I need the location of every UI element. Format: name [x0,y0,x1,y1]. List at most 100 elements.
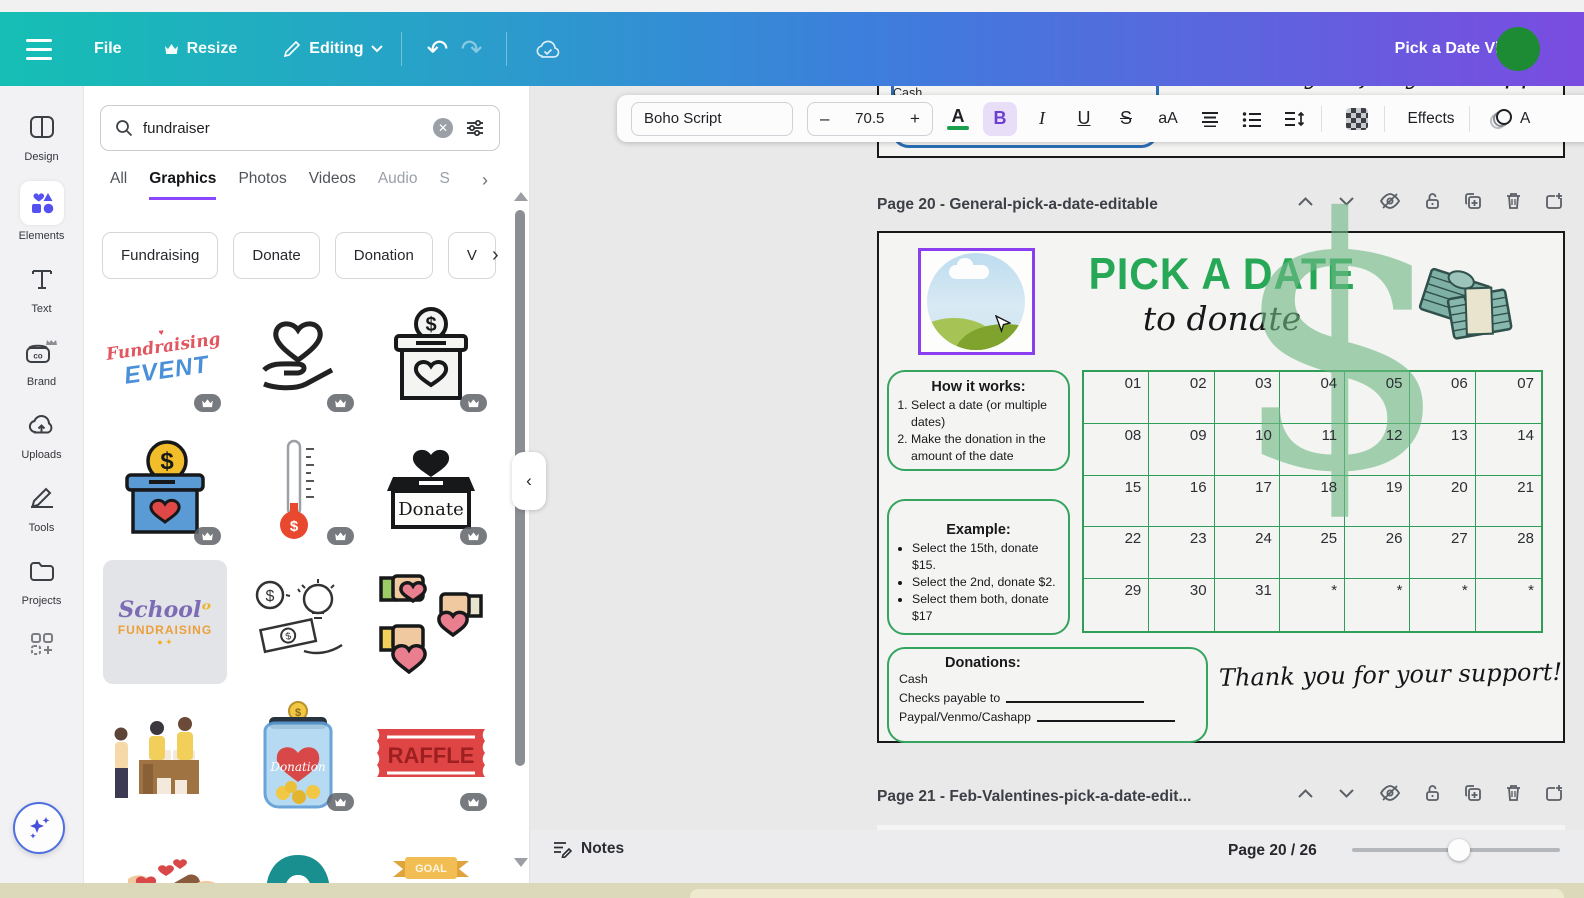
calendar-cell[interactable]: 20 [1410,476,1475,528]
calendar-cell[interactable]: * [1280,579,1345,631]
calendar-cell[interactable]: 24 [1215,527,1280,579]
donations-box[interactable]: Donations: Cash Checks payable to Paypal… [887,647,1208,743]
hide-page-icon[interactable] [1379,784,1401,802]
calendar-cell[interactable]: 22 [1084,527,1149,579]
calendar-cell[interactable]: 31 [1215,579,1280,631]
bold-button[interactable]: B [983,102,1017,136]
calendar-cell[interactable]: 23 [1149,527,1214,579]
calendar-cell[interactable]: 08 [1084,424,1149,476]
calendar-cell[interactable]: 10 [1215,424,1280,476]
image-placeholder[interactable] [918,248,1035,355]
duplicate-page-icon[interactable] [1464,192,1482,210]
text-case-button[interactable]: aA [1151,102,1185,136]
underline-button[interactable]: U [1067,102,1101,136]
add-page-icon[interactable] [1545,192,1563,210]
notes-button[interactable]: Notes [552,840,624,858]
font-selector[interactable]: Boho Script [631,102,793,136]
ai-assistant-button[interactable] [13,802,65,854]
donation-jar-graphic[interactable]: $Donation [236,693,360,817]
alignment-button[interactable] [1193,102,1227,136]
sidebar-item-design[interactable]: Design [0,108,83,163]
calendar-cell[interactable]: 28 [1476,527,1541,579]
duplicate-page-icon[interactable] [1464,784,1482,802]
panel-collapse-handle[interactable]: ‹ [512,452,546,510]
calendar-cell[interactable]: 12 [1345,424,1410,476]
search-box[interactable]: ✕ [100,105,500,151]
tab-s[interactable]: S [439,170,449,200]
zoom-slider-thumb[interactable] [1448,839,1470,861]
calendar-cell[interactable]: 29 [1084,579,1149,631]
calendar-cell[interactable]: * [1476,579,1541,631]
undo-button[interactable]: ↶ [420,34,454,65]
calendar-cell[interactable]: 09 [1149,424,1214,476]
sharing-hearts-graphic[interactable] [103,826,227,883]
chip-donation[interactable]: Donation [335,232,433,279]
fundraising-event-graphic[interactable]: ♥FundraisingEVENT [103,294,227,418]
sidebar-item-tools[interactable]: Tools [0,479,83,534]
add-page-icon[interactable] [1545,784,1563,802]
page-20-title[interactable]: Page 20 - General-pick-a-date-editable [877,196,1158,214]
lock-icon[interactable] [1425,192,1440,210]
calendar-cell[interactable]: 13 [1410,424,1475,476]
calendar-cell[interactable]: 07 [1476,372,1541,424]
sidebar-item-brand[interactable]: coBrand [0,333,83,388]
scroll-down-arrow[interactable] [514,858,528,867]
calendar-cell[interactable]: 04 [1280,372,1345,424]
chip-fundraising[interactable]: Fundraising [102,232,218,279]
sidebar-item-projects[interactable]: Projects [0,552,83,607]
sidebar-item-elements[interactable]: Elements [0,181,83,242]
sidebar-item-uploads[interactable]: Uploads [0,406,83,461]
thermometer-graphic[interactable]: $ [236,427,360,551]
blue-donation-box-graphic[interactable]: $ [103,427,227,551]
bake-sale-graphic[interactable] [103,693,227,817]
hide-page-icon[interactable] [1379,192,1401,210]
design-subtitle[interactable]: to donate [1067,299,1377,338]
chip-v[interactable]: V [448,232,496,279]
chips-overflow-chevron-icon[interactable]: › [492,244,499,267]
money-stack-graphic[interactable] [1414,251,1522,353]
clear-search-icon[interactable]: ✕ [433,118,453,138]
search-input[interactable] [143,120,433,137]
move-up-icon[interactable] [1297,788,1314,799]
avatar[interactable] [1496,27,1540,71]
calendar-cell[interactable]: 02 [1149,372,1214,424]
tab-photos[interactable]: Photos [238,170,286,200]
sidebar-item-text[interactable]: Text [0,260,83,315]
italic-button[interactable]: I [1025,102,1059,136]
goal-sign-graphic[interactable]: GOAL [369,826,493,883]
page-20-canvas[interactable]: PICK A DATE to donate How it works: Sele… [877,231,1565,743]
calendar-cell[interactable]: 14 [1476,424,1541,476]
move-down-icon[interactable] [1338,788,1355,799]
calendar-cell[interactable]: 15 [1084,476,1149,528]
tab-audio[interactable]: Audio [378,170,418,200]
example-box[interactable]: Example: Select the 15th, donate $15.Sel… [887,499,1070,635]
calendar-cell[interactable]: 01 [1084,372,1149,424]
chip-donate[interactable]: Donate [233,232,319,279]
page-indicator[interactable]: Page 20 / 26 [1228,842,1317,860]
transparency-button[interactable] [1340,102,1374,136]
effects-button[interactable]: Effects [1403,102,1459,136]
calendar-cell[interactable]: 30 [1149,579,1214,631]
calendar-cell[interactable]: 17 [1215,476,1280,528]
lock-icon[interactable] [1425,784,1440,802]
font-size-value[interactable]: 70.5 [855,110,884,127]
scroll-up-arrow[interactable] [514,192,528,201]
calendar-cell[interactable]: 25 [1280,527,1345,579]
calendar-cell[interactable]: 27 [1410,527,1475,579]
hand-heart-graphic[interactable] [236,294,360,418]
font-size-increase-button[interactable]: + [910,109,920,129]
font-size-decrease-button[interactable]: – [820,109,829,129]
file-menu-button[interactable]: File [94,40,122,58]
tab-graphics[interactable]: Graphics [149,170,216,200]
tabs-overflow-chevron-icon[interactable]: › [482,170,488,191]
line-spacing-button[interactable] [1277,102,1311,136]
redo-button[interactable]: ↷ [454,34,488,65]
calendar-cell[interactable]: 06 [1410,372,1475,424]
calendar-cell[interactable]: 19 [1345,476,1410,528]
calendar-cell[interactable]: * [1410,579,1475,631]
calendar-cell[interactable]: 26 [1345,527,1410,579]
calendar-cell[interactable]: 05 [1345,372,1410,424]
animate-button[interactable]: A [1488,102,1530,136]
move-up-icon[interactable] [1297,196,1314,207]
strikethrough-button[interactable]: S [1109,102,1143,136]
